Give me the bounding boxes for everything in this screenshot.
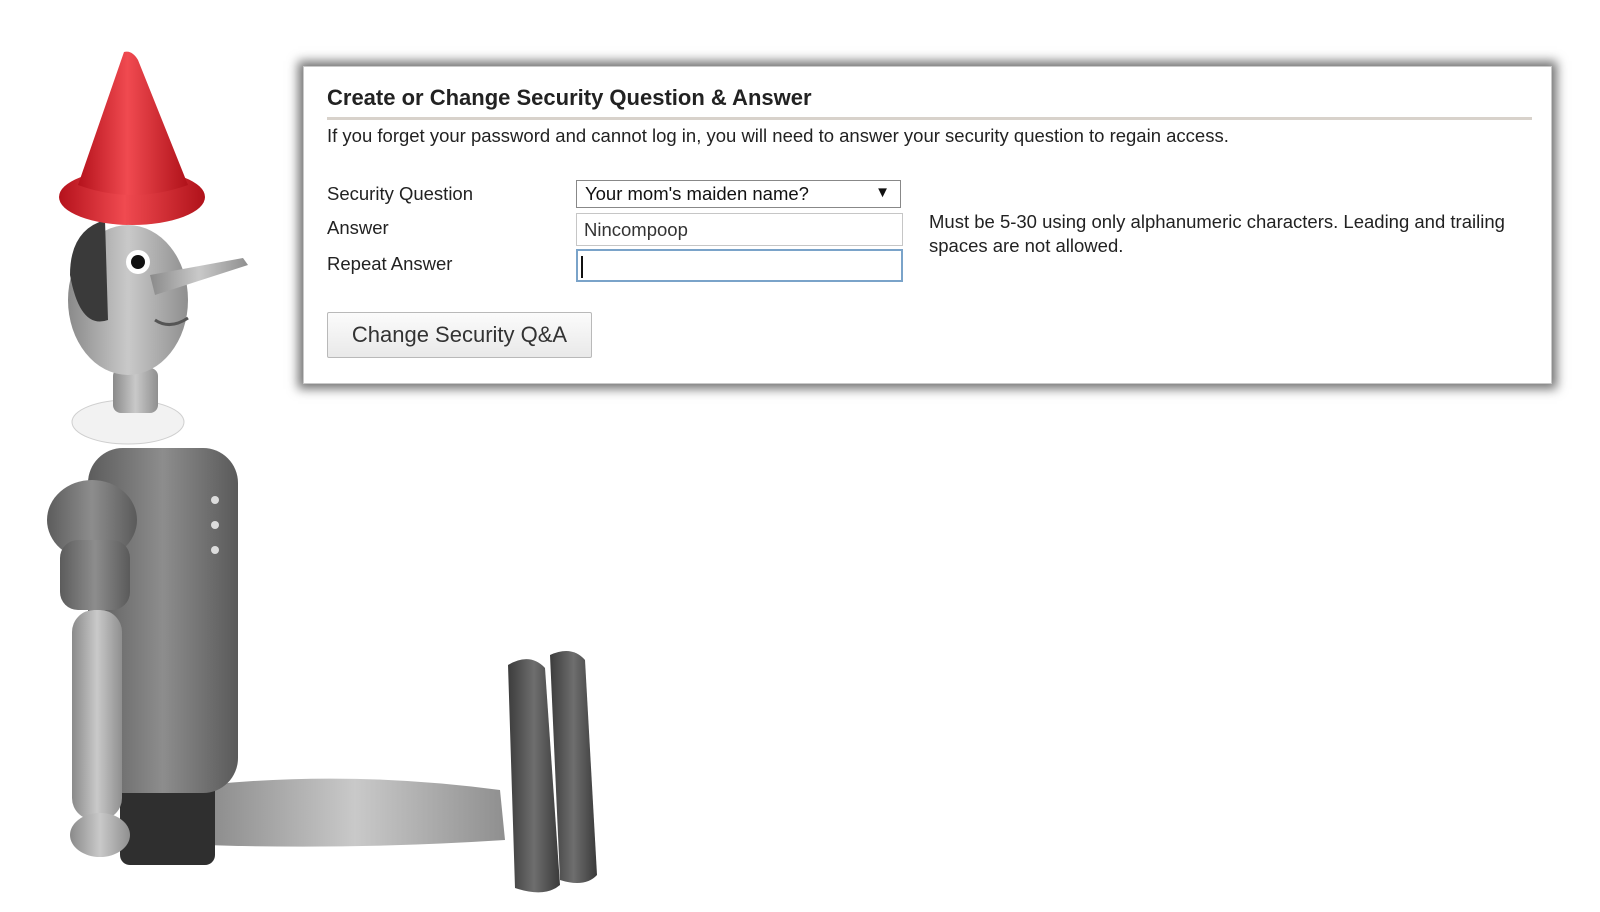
text-caret [581,256,583,278]
puppet-sleeve [60,540,130,610]
puppet-neck [113,368,158,413]
answer-label: Answer [327,217,389,238]
security-qa-panel: Create or Change Security Question & Ans… [303,66,1552,384]
security-question-label: Security Question [327,183,474,204]
puppet-leg [205,778,505,847]
repeat-answer-label: Repeat Answer [327,253,453,274]
security-question-value: Your mom's maiden name? [585,183,809,204]
answer-input[interactable] [576,213,903,246]
change-security-qa-button[interactable]: Change Security Q&A [327,312,592,358]
repeat-answer-input[interactable] [576,249,903,282]
chevron-down-icon: ▼ [875,184,890,201]
security-question-select[interactable]: Your mom's maiden name? ▼ [576,180,901,208]
answer-hint-text: Must be 5-30 using only alphanumeric cha… [929,211,1505,256]
puppet-hand [70,813,130,857]
puppet-arm [72,610,122,820]
intro-text: If you forget your password and cannot l… [327,125,1229,146]
puppet-hat-cone [78,51,188,195]
panel-title: Create or Change Security Question & Ans… [327,85,812,110]
title-divider [327,117,1532,120]
